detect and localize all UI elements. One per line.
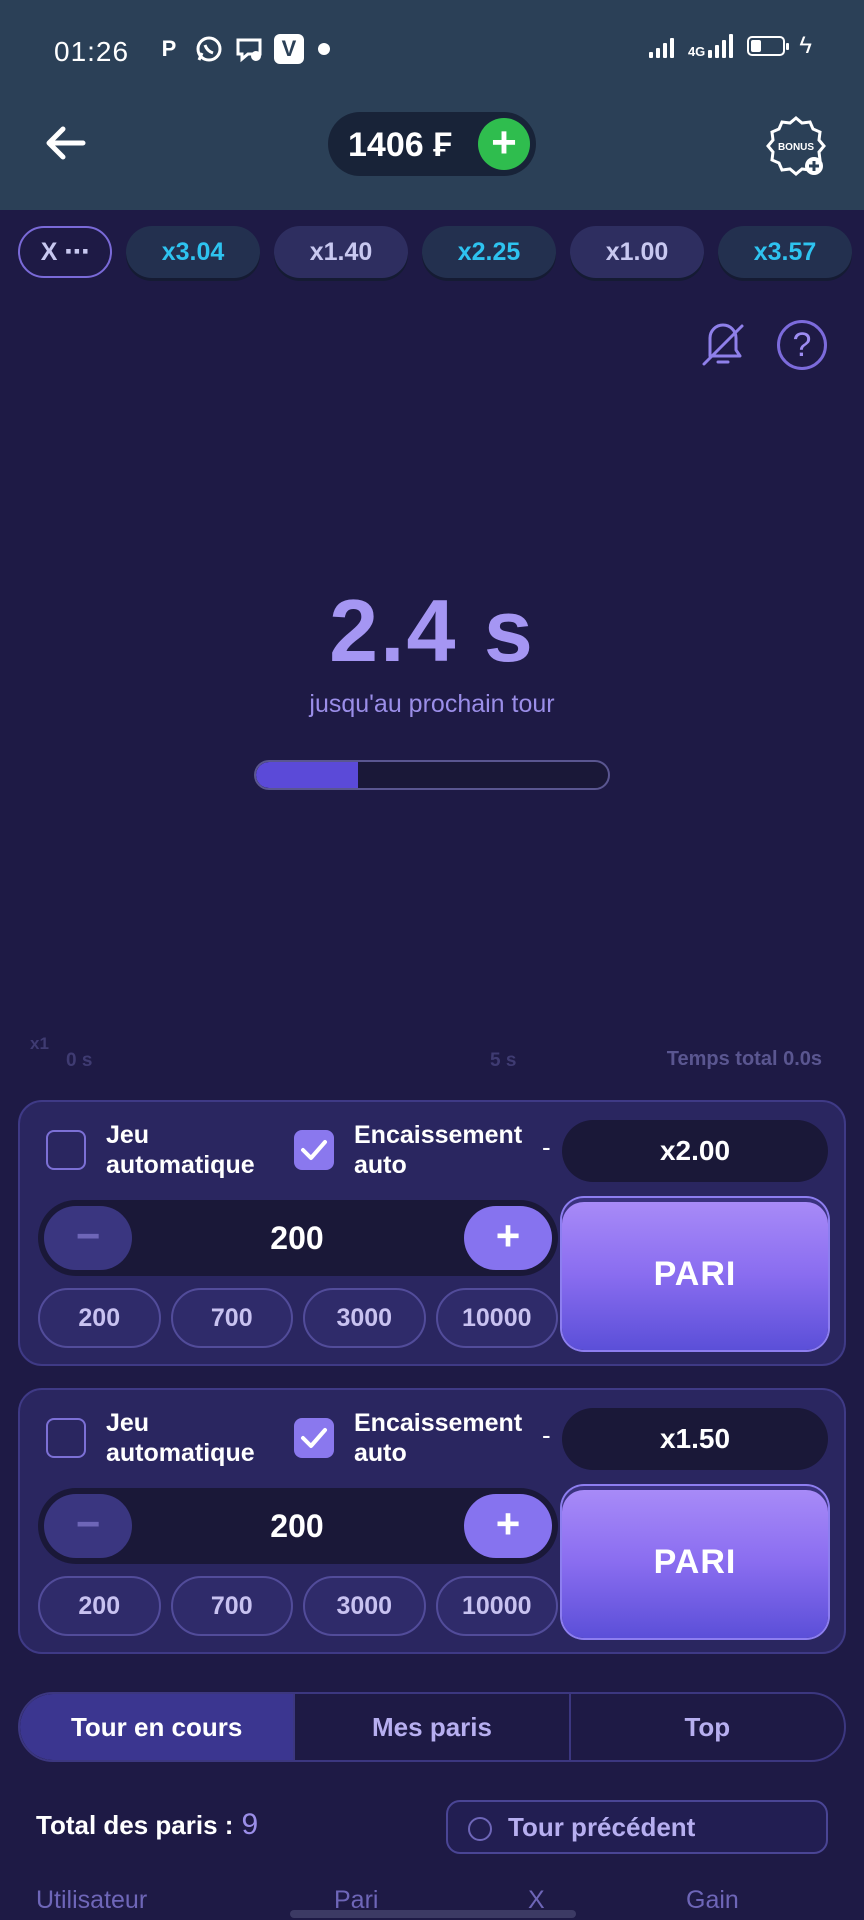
whatsapp-icon <box>194 34 224 64</box>
multiplier-history: X ⋯ x3.04 x1.40 x2.25 x1.00 x3.57 <box>0 226 864 284</box>
auto-cashout-label: Encaissement auto <box>354 1409 523 1467</box>
round-progress-bar <box>254 760 610 790</box>
network-type: 4G <box>687 44 706 59</box>
battery-icon <box>747 36 790 56</box>
decrease-bet-button[interactable]: − <box>44 1206 132 1270</box>
quick-amount-button[interactable]: 10000 <box>435 1576 558 1636</box>
bet-panel-1: Jeu automatique Encaissement auto - x2.0… <box>18 1100 846 1366</box>
auto-cashout-label: Encaissement auto <box>354 1121 523 1179</box>
gesture-bar <box>290 1910 576 1918</box>
previous-round-label: Tour précédent <box>508 1812 696 1842</box>
auto-cashout-checkbox[interactable] <box>294 1418 334 1458</box>
previous-round-toggle[interactable]: Tour précédent <box>446 1800 828 1854</box>
place-bet-button[interactable]: PARI <box>562 1198 828 1350</box>
checkmark-icon <box>301 1428 327 1448</box>
total-bets: Total des paris :9 <box>36 1808 258 1842</box>
notification-icons: P V <box>154 34 330 64</box>
column-header-user: Utilisateur <box>36 1886 148 1914</box>
total-time-label: Temps total 0.0s <box>666 1048 822 1070</box>
auto-cashout-checkbox[interactable] <box>294 1130 334 1170</box>
status-time: 01:26 <box>54 36 130 67</box>
cashout-multiplier-input[interactable]: x1.50 <box>562 1408 828 1470</box>
total-bets-value: 9 <box>241 1808 259 1841</box>
charging-icon: ϟ <box>799 32 812 59</box>
history-chip: x1.00 <box>570 226 704 278</box>
radio-icon <box>468 1817 492 1841</box>
signal-icon <box>648 34 674 58</box>
tab-current-round[interactable]: Tour en cours <box>20 1694 296 1760</box>
bet-panel-2: Jeu automatique Encaissement auto - x1.5… <box>18 1388 846 1654</box>
bet-amount-value[interactable]: 200 <box>132 1200 462 1276</box>
top-bar: 01:26 P V 4G ϟ 1406 ₣ + BONUS <box>0 0 864 210</box>
total-bets-label: Total des paris : <box>36 1810 234 1840</box>
back-arrow-icon[interactable] <box>40 118 90 168</box>
messenger-icon <box>234 34 264 64</box>
auto-play-label: Jeu automatique <box>106 1409 255 1467</box>
history-chip: x3.04 <box>126 226 260 278</box>
quick-amount-button[interactable]: 10000 <box>435 1288 558 1348</box>
countdown-caption: jusqu'au prochain tour <box>309 690 555 718</box>
decrease-bet-button[interactable]: − <box>44 1494 132 1558</box>
sound-off-icon[interactable] <box>698 320 748 370</box>
axis-mid-label: 5 s <box>490 1050 517 1071</box>
bet-amount-stepper: − 200 + <box>38 1488 558 1564</box>
tab-my-bets[interactable]: Mes paris <box>295 1694 571 1760</box>
round-progress-fill <box>256 762 359 788</box>
balance-amount: 1406 ₣ <box>348 126 452 164</box>
cashout-multiplier-input[interactable]: x2.00 <box>562 1120 828 1182</box>
quick-amounts: 200 700 3000 10000 <box>38 1576 558 1636</box>
tab-top[interactable]: Top <box>571 1694 844 1760</box>
column-header-win: Gain <box>686 1886 739 1914</box>
help-button[interactable]: ? <box>777 320 827 370</box>
checkmark-icon <box>301 1140 327 1160</box>
status-bar: 01:26 P V 4G ϟ <box>0 30 864 74</box>
more-notifications-dot <box>318 43 330 55</box>
cashout-dash: - <box>542 1420 551 1450</box>
auto-play-checkbox[interactable] <box>46 1130 86 1170</box>
history-chip: x3.57 <box>718 226 852 278</box>
quick-amount-button[interactable]: 200 <box>38 1288 161 1348</box>
bet-amount-stepper: − 200 + <box>38 1200 558 1276</box>
quick-amount-button[interactable]: 200 <box>38 1576 161 1636</box>
axis-start-label: 0 s <box>66 1050 93 1071</box>
bets-tabs: Tour en cours Mes paris Top <box>18 1692 846 1762</box>
quick-amount-button[interactable]: 3000 <box>303 1288 426 1348</box>
axis-multiplier-label: x1 <box>30 1034 49 1053</box>
parking-app-icon: P <box>161 36 177 61</box>
quick-amount-button[interactable]: 700 <box>170 1576 293 1636</box>
quick-amounts: 200 700 3000 10000 <box>38 1288 558 1348</box>
auto-play-label: Jeu automatique <box>106 1121 255 1179</box>
bet-amount-value[interactable]: 200 <box>132 1488 462 1564</box>
quick-amount-button[interactable]: 700 <box>170 1288 293 1348</box>
bonus-icon[interactable]: BONUS <box>764 114 828 178</box>
place-bet-button[interactable]: PARI <box>562 1486 828 1638</box>
cashout-dash: - <box>542 1132 551 1162</box>
bonus-label: BONUS <box>778 142 814 153</box>
quick-amount-button[interactable]: 3000 <box>303 1576 426 1636</box>
auto-play-checkbox[interactable] <box>46 1418 86 1458</box>
add-funds-button[interactable]: + <box>478 118 530 170</box>
increase-bet-button[interactable]: + <box>464 1206 552 1270</box>
system-icons: 4G ϟ <box>648 32 812 59</box>
signal-4g-icon: 4G <box>687 34 734 59</box>
history-chip: x2.25 <box>422 226 556 278</box>
balance-pill: 1406 ₣ + <box>328 112 536 176</box>
increase-bet-button[interactable]: + <box>464 1494 552 1558</box>
countdown-timer: 2.4 s <box>329 581 535 680</box>
v-app-icon: V <box>274 34 304 64</box>
history-chip: x1.40 <box>274 226 408 278</box>
history-more-button[interactable]: X ⋯ <box>18 226 112 278</box>
